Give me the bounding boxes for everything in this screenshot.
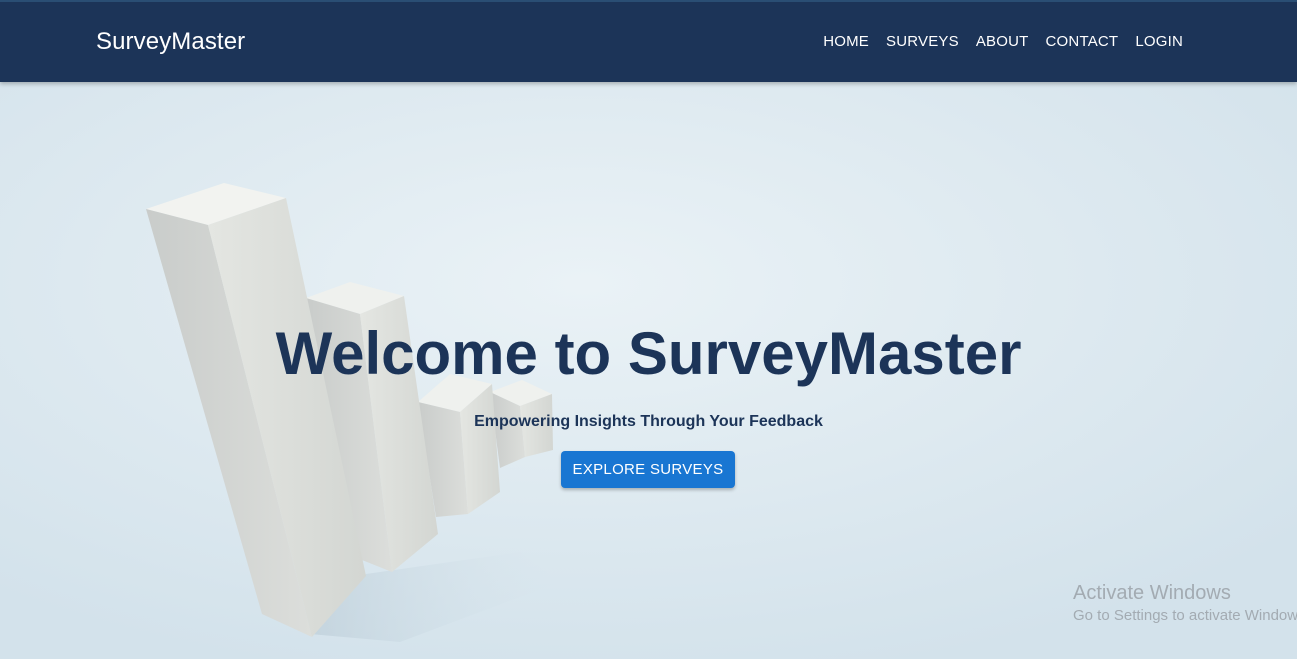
nav-links: HOME SURVEYS ABOUT CONTACT LOGIN: [814, 33, 1191, 50]
hero-title: Welcome to SurveyMaster: [275, 320, 1022, 387]
nav-login[interactable]: LOGIN: [1127, 33, 1191, 50]
top-navbar: SurveyMaster HOME SURVEYS ABOUT CONTACT …: [0, 0, 1297, 82]
nav-about[interactable]: ABOUT: [968, 33, 1037, 50]
explore-surveys-button[interactable]: EXPLORE SURVEYS: [561, 451, 735, 488]
nav-home[interactable]: HOME: [815, 33, 877, 50]
hero-section: Welcome to SurveyMaster Empowering Insig…: [0, 82, 1297, 659]
activate-windows-watermark: Activate Windows Go to Settings to activ…: [1073, 581, 1297, 627]
watermark-subtitle: Go to Settings to activate Windows.: [1073, 607, 1297, 624]
nav-contact[interactable]: CONTACT: [1038, 33, 1127, 50]
watermark-title: Activate Windows: [1073, 582, 1231, 604]
hero-subtitle: Empowering Insights Through Your Feedbac…: [474, 413, 823, 430]
nav-surveys[interactable]: SURVEYS: [878, 33, 967, 50]
brand-logo-link[interactable]: SurveyMaster: [96, 28, 245, 56]
page: SurveyMaster HOME SURVEYS ABOUT CONTACT …: [0, 0, 1297, 659]
